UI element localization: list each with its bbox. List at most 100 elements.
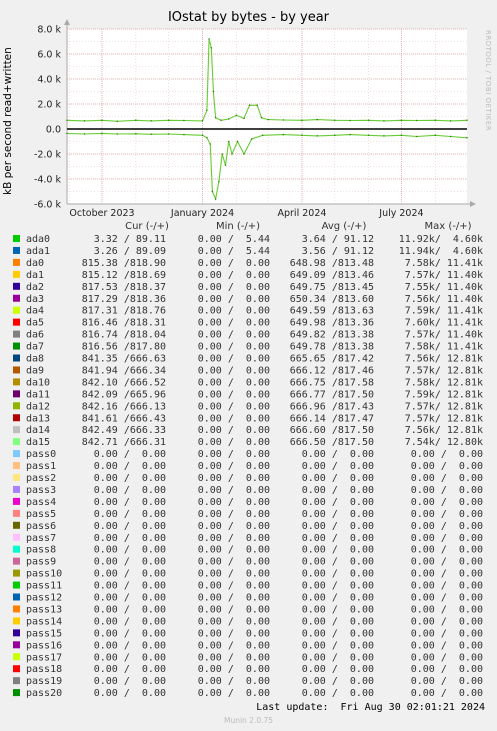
legend-cur: 842.16 /666.13 [82, 401, 166, 412]
legend-min: 0.00 / 0.00 [198, 354, 270, 365]
legend-cur: 842.49 /666.33 [82, 425, 166, 436]
legend-max: 7.60k/ 11.41k [405, 318, 483, 329]
legend-name: pass16 [26, 640, 62, 651]
legend-swatch [13, 354, 20, 362]
legend-min: 0.00 / 5.44 [198, 246, 270, 257]
legend-cur: 0.00 / 0.00 [94, 449, 166, 460]
series-read-line-point [214, 198, 217, 200]
series-read-line-point [383, 135, 385, 137]
legend-min: 0.00 / 0.00 [198, 581, 270, 592]
legend-swatch [13, 629, 20, 637]
legend-swatch [13, 414, 20, 422]
series-written-line-point [183, 119, 185, 122]
legend-min: 0.00 / 0.00 [198, 593, 270, 604]
x-tick-label: April 2024 [278, 208, 327, 219]
legend-min: 0.00 / 0.00 [198, 521, 270, 532]
legend-name: da13 [26, 413, 50, 424]
legend-avg: 0.00 / 0.00 [302, 688, 374, 699]
legend-row: da3 817.29 /818.36 0.00 / 0.00 650.34 /813.… [13, 294, 483, 305]
legend-swatch [13, 545, 20, 553]
series-written-line-point [260, 117, 263, 119]
x-tick-label: October 2023 [69, 208, 134, 219]
legend-avg: 0.00 / 0.00 [302, 581, 374, 592]
series-read-line-point [449, 135, 452, 138]
legend-min: 0.00 / 0.00 [198, 306, 270, 317]
legend-avg: 0.00 / 0.00 [302, 652, 374, 663]
legend-cur: 0.00 / 0.00 [94, 688, 166, 699]
legend-cur: 817.29 /818.36 [82, 294, 166, 305]
legend-cur: 0.00 / 0.00 [94, 521, 166, 532]
legend-avg: 0.00 / 0.00 [302, 533, 374, 544]
legend-min: 0.00 / 0.00 [198, 270, 270, 281]
legend-cur: 0.00 / 0.00 [94, 652, 166, 663]
legend-row: pass19 0.00 / 0.00 0.00 / 0.00 0.00 / 0.00 0… [13, 676, 483, 687]
last-update: Last update: Fri Aug 30 02:01:21 2024 [256, 702, 485, 713]
legend-row: pass15 0.00 / 0.00 0.00 / 0.00 0.00 / 0.00 0… [13, 628, 483, 639]
legend-min: 0.00 / 0.00 [198, 616, 270, 627]
legend-cur: 815.38 /818.90 [82, 258, 166, 269]
legend-swatch [13, 402, 20, 410]
series-written-line-point [101, 119, 103, 121]
legend-row: pass20 0.00 / 0.00 0.00 / 0.00 0.00 / 0.00 0… [13, 688, 483, 699]
legend-avg: 0.00 / 0.00 [302, 640, 374, 651]
legend-min: 0.00 / 0.00 [198, 318, 270, 329]
legend-swatch [13, 235, 20, 242]
legend-min: 0.00 / 0.00 [198, 640, 270, 651]
legend-cur: 0.00 / 0.00 [94, 604, 166, 615]
legend-min: 0.00 / 0.00 [198, 533, 270, 544]
legend-name: pass6 [26, 521, 56, 532]
legend-name: pass0 [26, 449, 56, 460]
legend-max: 0.00 / 0.00 [411, 545, 483, 556]
legend-swatch [13, 366, 20, 374]
legend-cur: 841.61 /666.43 [82, 413, 166, 424]
legend-avg: 0.00 / 0.00 [302, 449, 374, 460]
legend-cur: 0.00 / 0.00 [94, 616, 166, 627]
legend-avg: 666.12 /817.46 [290, 365, 374, 376]
series-written-line-point [214, 117, 217, 119]
legend-name: da15 [26, 437, 50, 448]
series-read-line-point [282, 133, 285, 136]
legend-min: 0.00 / 0.00 [198, 437, 270, 448]
legend-avg: 649.75 /813.45 [290, 282, 374, 293]
legend-row: pass12 0.00 / 0.00 0.00 / 0.00 0.00 / 0.00 0… [13, 593, 483, 604]
legend-cur: 0.00 / 0.00 [94, 628, 166, 639]
legend-row: ada0 3.32 / 89.11 0.00 / 5.44 3.64 / 91.12 1… [13, 234, 483, 245]
legend-max: 7.58k/ 11.41k [405, 258, 483, 269]
legend-cur: 0.00 / 0.00 [94, 640, 166, 651]
legend-row: da6 816.74 /818.04 0.00 / 0.00 649.82 /813.… [13, 330, 483, 341]
legend-name: pass17 [26, 652, 62, 663]
legend-swatch [13, 258, 20, 266]
legend-avg: 666.77 /817.50 [290, 389, 374, 400]
legend-avg: 649.59 /813.63 [290, 306, 374, 317]
legend-min: 0.00 / 0.00 [198, 628, 270, 639]
series-read-line-point [400, 134, 403, 136]
series-written-line-point [116, 120, 118, 122]
legend-avg: 0.00 / 0.00 [302, 545, 374, 556]
legend-cur: 841.35 /666.63 [82, 354, 166, 365]
legend-cur: 0.00 / 0.00 [94, 473, 166, 484]
legend-cur: 0.00 / 0.00 [94, 497, 166, 508]
legend-min: 0.00 / 0.00 [198, 676, 270, 687]
legend-min: 0.00 / 0.00 [198, 461, 270, 472]
legend-avg: 0.00 / 0.00 [302, 509, 374, 520]
legend-max: 0.00 / 0.00 [411, 652, 483, 663]
legend-name: pass10 [26, 569, 62, 580]
legend-row: pass18 0.00 / 0.00 0.00 / 0.00 0.00 / 0.00 0… [13, 664, 483, 675]
legend-swatch [13, 426, 20, 434]
legend-cur: 0.00 / 0.00 [94, 461, 166, 472]
legend-row: da5 816.46 /818.31 0.00 / 0.00 649.98 /813.… [13, 318, 483, 329]
legend-cur: 0.00 / 0.00 [94, 533, 166, 544]
legend-avg: 666.96 /817.43 [290, 401, 374, 412]
munin-graph: IOstat by bytes - by year kB per second … [0, 0, 497, 731]
legend-swatch [13, 282, 20, 290]
series-written-line-point [282, 119, 285, 121]
legend-max: 7.59k/ 11.41k [405, 306, 483, 317]
series-read-line-point [167, 133, 170, 135]
legend-swatch [13, 677, 20, 685]
series-written-line-point [167, 119, 170, 121]
legend-cur: 816.46 /818.31 [82, 318, 166, 329]
series-read-line-point [466, 137, 468, 139]
legend-header-min: Min (-/+) [216, 221, 260, 232]
legend-avg: 0.00 / 0.00 [302, 557, 374, 568]
series-read-line-point [250, 138, 253, 140]
